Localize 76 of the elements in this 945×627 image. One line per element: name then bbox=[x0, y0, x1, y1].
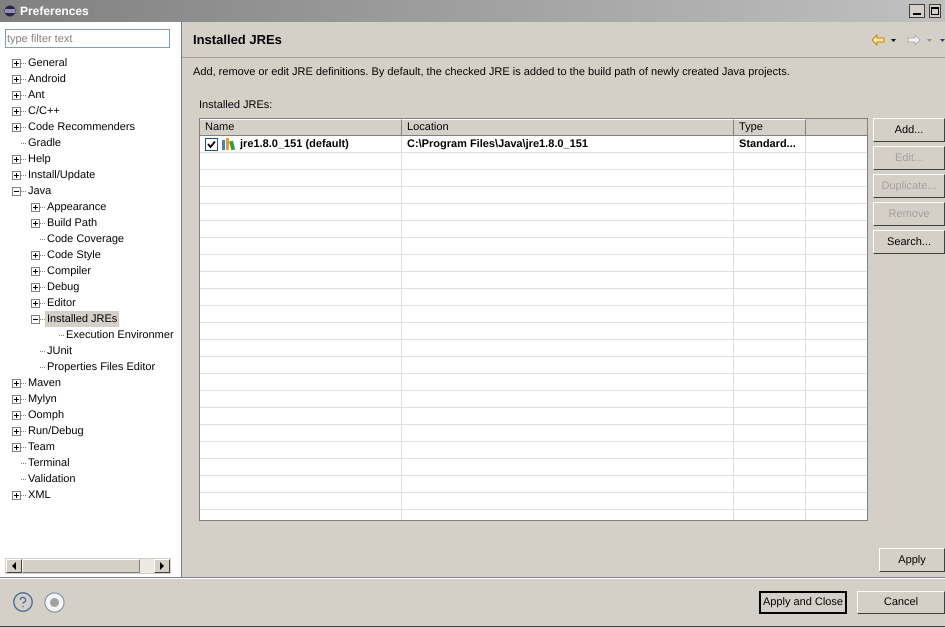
plus-icon[interactable] bbox=[12, 154, 21, 164]
scroll-right-icon[interactable] bbox=[154, 559, 170, 573]
plus-icon[interactable] bbox=[31, 202, 40, 212]
plus-icon[interactable] bbox=[31, 266, 40, 276]
window-title: Preferences bbox=[20, 3, 89, 20]
tree-item[interactable]: Team bbox=[26, 439, 57, 455]
page-title: Installed JREs bbox=[193, 30, 282, 49]
plus-icon[interactable] bbox=[12, 122, 21, 132]
table-action-button[interactable]: Add... bbox=[873, 118, 945, 142]
library-icon bbox=[221, 137, 237, 151]
plus-icon[interactable] bbox=[12, 170, 21, 180]
scroll-thumb[interactable] bbox=[22, 559, 140, 573]
page-description: Add, remove or edit JRE definitions. By default, the checked JRE is added to the build path of newly created Java projects. bbox=[192, 65, 791, 80]
tree-item[interactable]: XML bbox=[26, 487, 53, 503]
cancel-button[interactable]: Cancel bbox=[857, 590, 945, 614]
table-cell-text: jre1.8.0_151 (default) bbox=[240, 136, 349, 152]
scroll-left-icon[interactable] bbox=[6, 559, 22, 573]
column-header[interactable]: Type bbox=[734, 119, 806, 136]
tree-item[interactable]: Execution Environmer bbox=[64, 327, 176, 343]
table-label: Installed JREs: bbox=[198, 98, 274, 112]
plus-icon[interactable] bbox=[31, 298, 40, 308]
tree-item[interactable]: Installed JREs bbox=[45, 311, 120, 327]
minus-icon[interactable] bbox=[31, 314, 40, 324]
tree-item[interactable]: Build Path bbox=[45, 215, 100, 231]
tree-item[interactable]: Debug bbox=[45, 279, 82, 295]
tree-item[interactable]: Run/Debug bbox=[26, 423, 86, 439]
tree-item[interactable]: Compiler bbox=[45, 263, 94, 279]
plus-icon[interactable] bbox=[31, 250, 40, 260]
app-icon bbox=[4, 5, 16, 17]
apply-and-close-button[interactable]: Apply and Close bbox=[759, 590, 847, 614]
tree-item[interactable]: Editor bbox=[45, 295, 78, 311]
tree-item[interactable]: Oomph bbox=[26, 407, 66, 423]
tree-item[interactable]: Mylyn bbox=[26, 391, 59, 407]
tree-item[interactable]: Maven bbox=[26, 375, 64, 391]
tree-item[interactable]: Code Recommenders bbox=[26, 119, 137, 135]
plus-icon[interactable] bbox=[31, 282, 40, 292]
tree-item[interactable]: Ant bbox=[26, 87, 47, 103]
help-icon[interactable] bbox=[12, 591, 34, 613]
plus-icon[interactable] bbox=[31, 218, 40, 228]
tree-item[interactable]: Install/Update bbox=[26, 167, 98, 183]
tree-item[interactable]: Properties Files Editor bbox=[45, 359, 158, 375]
tree-item[interactable]: Appearance bbox=[45, 199, 108, 215]
plus-icon[interactable] bbox=[12, 394, 21, 404]
plus-icon[interactable] bbox=[12, 490, 21, 500]
plus-icon[interactable] bbox=[12, 74, 21, 84]
plus-icon[interactable] bbox=[12, 410, 21, 420]
column-header[interactable]: Location bbox=[402, 119, 734, 136]
table-action-button[interactable]: Search... bbox=[873, 230, 945, 254]
tree-item[interactable]: Code Style bbox=[45, 247, 103, 263]
minimize-button[interactable] bbox=[909, 4, 925, 18]
tree-item[interactable]: General bbox=[26, 55, 70, 71]
table-cell-text: C:\Program Files\Java\jre1.8.0_151 bbox=[407, 136, 588, 152]
tree-item[interactable]: C/C++ bbox=[26, 103, 62, 119]
plus-icon[interactable] bbox=[12, 426, 21, 436]
checkbox[interactable] bbox=[205, 138, 218, 150]
plus-icon[interactable] bbox=[12, 90, 21, 100]
tree-item[interactable]: Terminal bbox=[26, 455, 72, 471]
maximize-button[interactable] bbox=[929, 4, 941, 18]
filter-field[interactable]: type filter text bbox=[5, 29, 170, 48]
plus-icon[interactable] bbox=[12, 442, 21, 452]
minus-icon[interactable] bbox=[12, 186, 21, 196]
tree-item[interactable]: Gradle bbox=[26, 135, 64, 151]
plus-icon[interactable] bbox=[12, 58, 21, 68]
tree-item[interactable]: Code Coverage bbox=[45, 231, 126, 247]
tree-item[interactable]: JUnit bbox=[45, 343, 74, 359]
plus-icon[interactable] bbox=[12, 106, 21, 116]
record-icon[interactable] bbox=[44, 592, 65, 612]
horizontal-scrollbar[interactable] bbox=[5, 558, 171, 574]
tree-item[interactable]: Java bbox=[26, 183, 54, 199]
column-header[interactable]: Name bbox=[200, 119, 402, 136]
tree-item[interactable]: Validation bbox=[26, 471, 78, 487]
tree-item[interactable]: Help bbox=[26, 151, 53, 167]
table-cell-text: Standard... bbox=[739, 136, 796, 152]
apply-button[interactable]: Apply bbox=[879, 548, 945, 572]
plus-icon[interactable] bbox=[12, 378, 21, 388]
tree-item[interactable]: Android bbox=[26, 71, 68, 87]
